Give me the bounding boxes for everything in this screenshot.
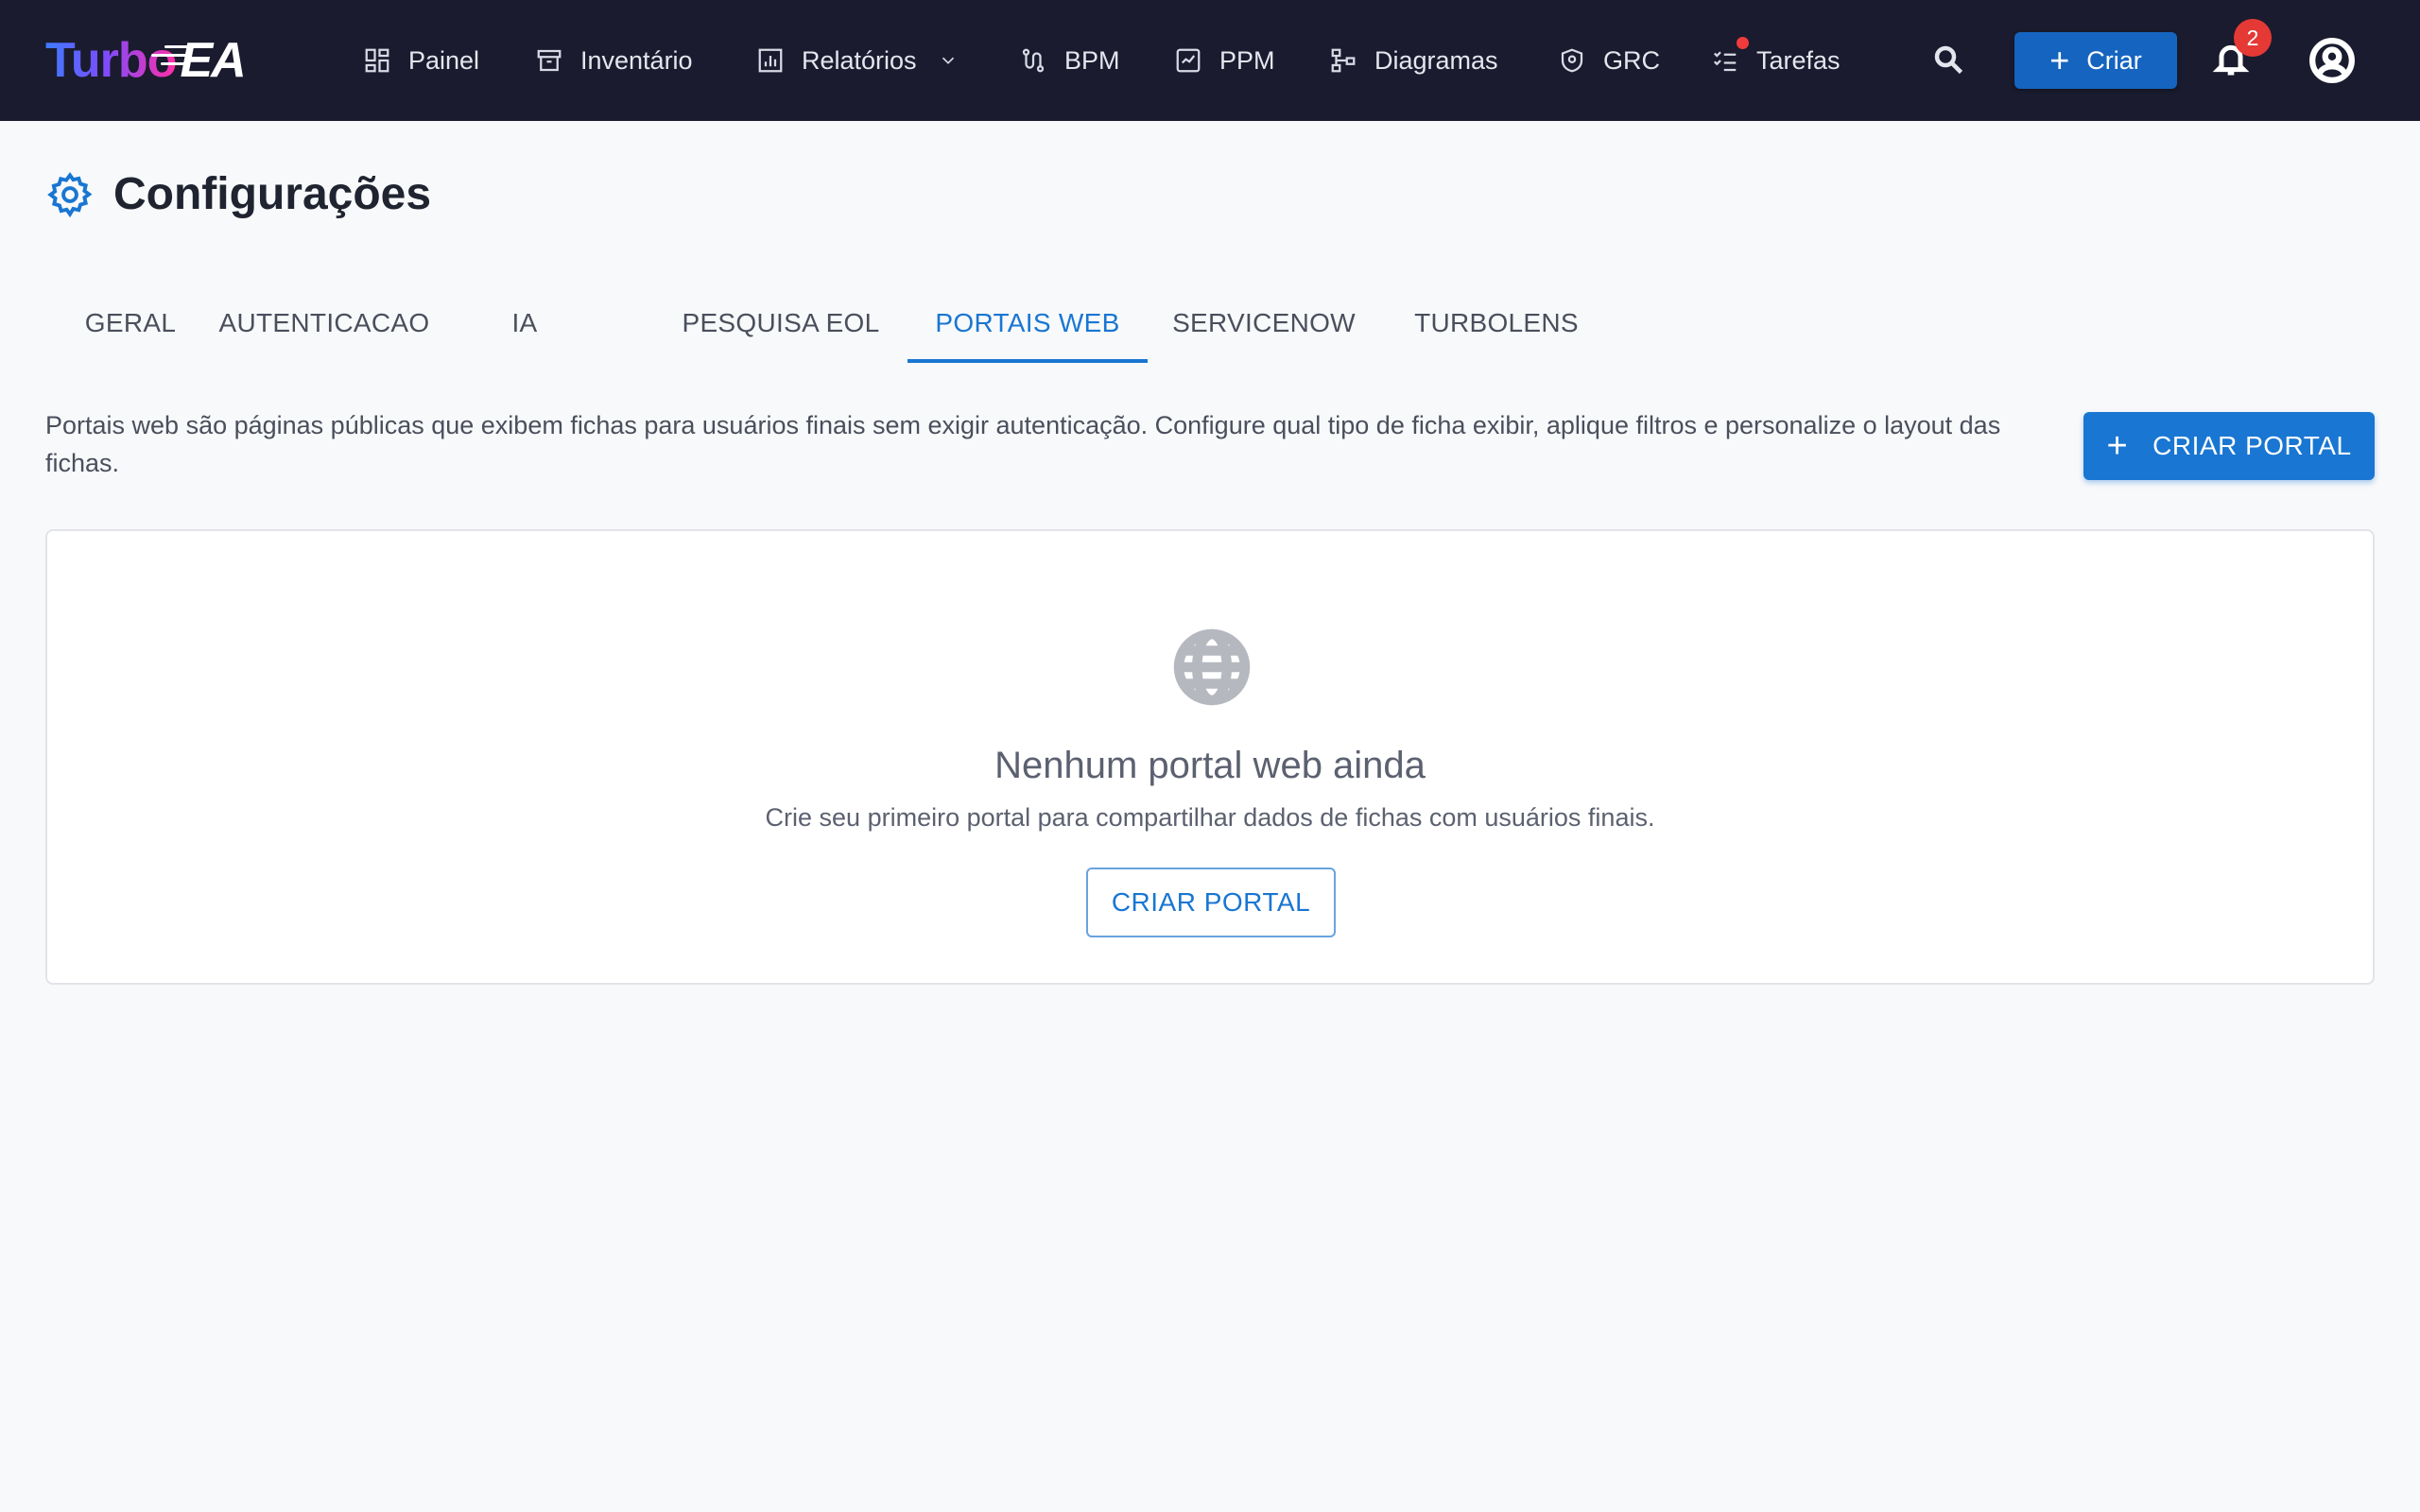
globe-icon: [1172, 627, 1252, 707]
nav-label: Diagramas: [1374, 45, 1498, 75]
nav-item-bpm[interactable]: BPM: [1019, 36, 1120, 85]
user-avatar-button[interactable]: [2308, 37, 2356, 84]
nav-label: Inventário: [580, 45, 693, 75]
nav-item-painel[interactable]: Painel: [363, 36, 479, 85]
empty-state-create-portal-button[interactable]: CRIAR PORTAL: [1086, 868, 1336, 937]
page-title: Configurações: [45, 168, 431, 220]
create-button[interactable]: + Criar: [2014, 32, 2177, 89]
nav-label: PPM: [1219, 45, 1275, 75]
logo-ea-label: EA: [180, 33, 246, 88]
nav-item-diagramas[interactable]: Diagramas: [1329, 36, 1498, 85]
search-icon: [1934, 45, 1963, 75]
shield-icon: [1561, 48, 1583, 73]
create-button-label: Criar: [2086, 45, 2142, 75]
notification-badge: 2: [2234, 19, 2272, 57]
tab-turbolens[interactable]: TURBOLENS: [1388, 284, 1605, 363]
tab-autenticacao[interactable]: AUTENTICACAO: [216, 284, 433, 363]
empty-state-card: Nenhum portal web ainda Crie seu primeir…: [45, 529, 2375, 985]
nav-item-tarefas[interactable]: Tarefas: [1711, 36, 1841, 85]
gear-icon: [47, 171, 93, 217]
tasks-alert-dot: [1737, 37, 1749, 49]
tab-portais-web[interactable]: PORTAIS WEB: [908, 284, 1148, 363]
nav-label: Tarefas: [1756, 45, 1841, 75]
project-icon: [1176, 48, 1201, 73]
tab-ia[interactable]: IA: [473, 284, 577, 363]
logo-speed-lines: [151, 45, 190, 70]
globe-icon-svg: [1173, 628, 1251, 706]
top-navigation-bar: Turbo EA Painel Inventário Relatórios BP…: [0, 0, 2420, 121]
search-button[interactable]: [1928, 40, 1968, 79]
diagram-icon: [1331, 48, 1356, 73]
create-portal-label: CRIAR PORTAL: [2152, 431, 2352, 460]
tab-geral[interactable]: GERAL: [45, 284, 216, 363]
account-icon: [2309, 38, 2355, 83]
nav-item-inventario[interactable]: Inventário: [535, 36, 693, 85]
tab-servicenow[interactable]: SERVICENOW: [1148, 284, 1380, 363]
portals-description: Portais web são páginas públicas que exi…: [45, 411, 2001, 477]
nav-label: GRC: [1603, 45, 1660, 75]
chevron-down-icon: [942, 57, 954, 64]
create-portal-button[interactable]: + CRIAR PORTAL: [2083, 412, 2375, 480]
nav-label: Painel: [408, 45, 480, 75]
logo-text-ea: EA: [151, 32, 247, 89]
dashboard-icon: [365, 48, 389, 73]
plus-icon: +: [2106, 426, 2129, 466]
nav-label: BPM: [1064, 45, 1120, 75]
tab-pesquisa-eol[interactable]: PESQUISA EOL: [667, 284, 894, 363]
nav-item-relatorios[interactable]: Relatórios: [756, 36, 959, 85]
page-heading: Configurações: [113, 169, 432, 219]
plus-icon: +: [2049, 41, 2070, 79]
process-icon: [1022, 48, 1045, 73]
nav-item-ppm[interactable]: PPM: [1174, 36, 1275, 85]
archive-icon: [537, 49, 562, 72]
tasks-icon: [1713, 51, 1737, 72]
report-icon: [758, 48, 783, 73]
turboea-logo[interactable]: Turbo EA: [45, 32, 247, 89]
empty-state-subtitle: Crie seu primeiro portal para compartilh…: [765, 803, 1655, 832]
nav-label: Relatórios: [802, 45, 917, 75]
empty-state-title: Nenhum portal web ainda: [994, 745, 1426, 786]
nav-item-grc[interactable]: GRC: [1558, 36, 1660, 85]
